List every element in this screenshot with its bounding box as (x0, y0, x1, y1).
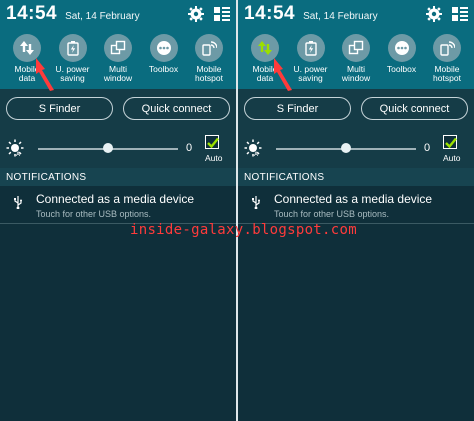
hotspot-icon (195, 34, 223, 62)
brightness-slider-thumb[interactable] (341, 143, 351, 153)
auto-brightness-checkbox[interactable] (205, 135, 219, 149)
multi-window-icon (342, 34, 370, 62)
comparison-stage: 14:54 Sat, 14 February Mobile data U. po… (0, 0, 474, 421)
toggle-mobile-hotspot[interactable]: Mobile hotspot (188, 34, 230, 89)
red-arrow-icon (36, 58, 54, 91)
power-saving-icon (58, 34, 87, 62)
brightness-row: A 0 Auto (238, 128, 474, 168)
brightness-value: 0 (186, 142, 193, 154)
checkmark-icon (445, 137, 457, 149)
finder-row: S Finder Quick connect (0, 89, 236, 128)
quick-connect-button[interactable]: Quick connect (361, 97, 468, 120)
toggle-label: Mobile hotspot (433, 64, 461, 83)
notification-title: Connected as a media device (274, 192, 433, 206)
quick-connect-button[interactable]: Quick connect (123, 97, 230, 120)
date: Sat, 14 February (65, 10, 140, 22)
usb-icon (238, 195, 274, 209)
clock: 14:54 (6, 3, 58, 24)
gear-icon[interactable] (426, 6, 442, 22)
notification-item[interactable]: Connected as a media device Touch for ot… (0, 186, 236, 224)
hotspot-icon (433, 34, 461, 62)
toggle-power-saving[interactable]: U. power saving (52, 34, 94, 89)
watermark-text: inside-galaxy.blogspot.com (130, 222, 357, 238)
power-saving-icon (296, 34, 325, 62)
toggle-multi-window[interactable]: Multi window (97, 34, 139, 89)
date: Sat, 14 February (303, 10, 378, 22)
toggle-label: Multi window (103, 64, 133, 83)
brightness-row: A 0 Auto (0, 128, 236, 168)
status-bar: 14:54 Sat, 14 February (0, 0, 236, 28)
usb-icon (0, 195, 36, 209)
toggle-toolbox[interactable]: Toolbox (381, 34, 423, 89)
toggle-label: U. power saving (293, 64, 328, 83)
grid-list-icon[interactable] (452, 6, 468, 22)
auto-label: Auto (205, 153, 223, 163)
toggle-label: Toolbox (386, 64, 417, 74)
toolbox-icon (149, 34, 178, 62)
finder-row: S Finder Quick connect (238, 89, 474, 128)
toggle-power-saving[interactable]: U. power saving (290, 34, 332, 89)
brightness-value: 0 (424, 142, 431, 154)
toggle-multi-window[interactable]: Multi window (335, 34, 377, 89)
checkmark-icon (207, 137, 219, 149)
toolbox-icon (387, 34, 416, 62)
notification-subtitle: Touch for other USB options. (274, 209, 390, 219)
notifications-header: NOTIFICATIONS (238, 168, 474, 186)
toggle-label: Toolbox (148, 64, 179, 74)
notification-panel-before: 14:54 Sat, 14 February Mobile data U. po… (0, 0, 236, 421)
notifications-header: NOTIFICATIONS (0, 168, 236, 186)
brightness-icon: A (244, 139, 262, 162)
multi-window-icon (104, 34, 132, 62)
notification-item[interactable]: Connected as a media device Touch for ot… (238, 186, 474, 224)
gear-icon[interactable] (188, 6, 204, 22)
red-arrow-icon (274, 58, 292, 91)
s-finder-button[interactable]: S Finder (244, 97, 351, 120)
toggle-mobile-hotspot[interactable]: Mobile hotspot (426, 34, 468, 89)
s-finder-button[interactable]: S Finder (6, 97, 113, 120)
auto-label: Auto (443, 153, 461, 163)
toggle-label: Multi window (341, 64, 371, 83)
brightness-slider-thumb[interactable] (103, 143, 113, 153)
toggle-label: Mobile hotspot (195, 64, 223, 83)
notification-panel-after: 14:54 Sat, 14 February Mobile data U. po… (238, 0, 474, 421)
toggle-label: U. power saving (55, 64, 90, 83)
auto-brightness-checkbox[interactable] (443, 135, 457, 149)
toggle-toolbox[interactable]: Toolbox (143, 34, 185, 89)
brightness-icon: A (6, 139, 24, 162)
grid-list-icon[interactable] (214, 6, 230, 22)
notification-subtitle: Touch for other USB options. (36, 209, 152, 219)
status-bar: 14:54 Sat, 14 February (238, 0, 474, 28)
clock: 14:54 (244, 3, 296, 24)
notification-title: Connected as a media device (36, 192, 195, 206)
